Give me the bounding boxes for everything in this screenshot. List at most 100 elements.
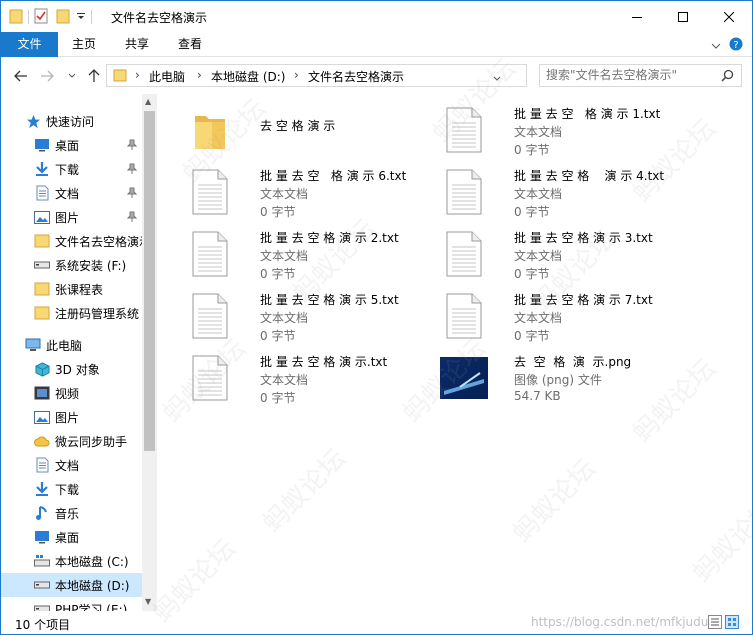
file-name: 批 量 去 空 格 演 示 4.txt bbox=[514, 169, 665, 183]
file-item[interactable]: 批 量 去 空 格 演 示.txt 文本文档 0 字节 bbox=[186, 348, 436, 406]
file-type: 文本文档 bbox=[514, 125, 563, 139]
properties-icon[interactable] bbox=[34, 8, 48, 27]
star-icon bbox=[25, 113, 41, 129]
nav-item[interactable]: 本地磁盘 (C:) bbox=[1, 549, 142, 573]
file-item[interactable]: 去 空 格 演 示.png 图像 (png) 文件 54.7 KB bbox=[440, 348, 690, 406]
nav-item[interactable]: 桌面 bbox=[1, 133, 142, 157]
nav-item[interactable]: 视频 bbox=[1, 381, 142, 405]
file-type: 文本文档 bbox=[514, 311, 563, 325]
nav-label: 视频 bbox=[55, 386, 80, 401]
breadcrumb-chevron-icon[interactable]: › bbox=[135, 68, 140, 82]
nav-label: 文件名去空格演示 bbox=[55, 234, 142, 249]
scroll-up-icon[interactable]: ▲ bbox=[145, 97, 151, 106]
nav-label: 文档 bbox=[55, 458, 80, 473]
up-button[interactable] bbox=[86, 68, 102, 84]
details-view-icon[interactable] bbox=[708, 615, 722, 632]
folder-icon bbox=[34, 281, 50, 297]
nav-label: 3D 对象 bbox=[55, 362, 100, 377]
file-item[interactable]: 批 量 去 空 格 演 示 6.txt 文本文档 0 字节 bbox=[186, 162, 436, 220]
minimize-button[interactable] bbox=[614, 1, 660, 32]
nav-item[interactable]: 音乐 bbox=[1, 501, 142, 525]
file-item[interactable]: 批 量 去 空 格 演 示 4.txt 文本文档 0 字节 bbox=[440, 162, 690, 220]
forward-button[interactable] bbox=[39, 68, 55, 84]
nav-item[interactable]: 注册码管理系统 bbox=[1, 301, 142, 325]
file-type: 文本文档 bbox=[260, 249, 309, 263]
tab-view[interactable]: 查看 bbox=[169, 32, 211, 57]
nav-this-pc[interactable]: 此电脑 bbox=[25, 333, 157, 357]
file-item[interactable]: 批 量 去 空 格 演 示 3.txt 文本文档 0 字节 bbox=[440, 224, 690, 282]
text-file-icon bbox=[186, 168, 234, 216]
maximize-icon bbox=[678, 11, 688, 22]
search-box[interactable] bbox=[539, 64, 742, 87]
customize-toolbar-dropdown-icon[interactable] bbox=[76, 10, 86, 24]
document-icon bbox=[34, 185, 50, 201]
nav-scrollbar[interactable]: ▲ ▼ bbox=[142, 94, 157, 611]
search-icon[interactable] bbox=[721, 69, 734, 85]
nav-item[interactable]: 文档 bbox=[1, 453, 142, 477]
drive-icon bbox=[34, 257, 50, 273]
nav-item[interactable]: 文件名去空格演示 bbox=[1, 229, 142, 253]
scrollbar-thumb[interactable] bbox=[144, 111, 155, 451]
breadcrumb-chevron-icon[interactable]: › bbox=[197, 68, 202, 82]
nav-item[interactable]: 桌面 bbox=[1, 525, 142, 549]
pin-icon[interactable] bbox=[126, 163, 138, 178]
navigation-pane: 快速访问 桌面 下载 文档 图片 文件名去空格演示 系统安装 (F:) 张课程表 注册码管理系… bbox=[1, 94, 157, 611]
nav-label: 下载 bbox=[55, 162, 80, 177]
pin-icon[interactable] bbox=[126, 187, 138, 202]
tab-home[interactable]: 主页 bbox=[63, 32, 105, 57]
nav-item[interactable]: 微云同步助手 bbox=[1, 429, 142, 453]
nav-item[interactable]: 下载 bbox=[1, 157, 142, 181]
nav-item[interactable]: 张课程表 bbox=[1, 277, 142, 301]
pin-icon[interactable] bbox=[126, 139, 138, 154]
nav-label: 微云同步助手 bbox=[55, 434, 128, 449]
breadcrumb-this-pc[interactable]: 此电脑 bbox=[149, 68, 185, 85]
file-item[interactable]: 去 空 格 演 示 bbox=[186, 100, 436, 158]
address-history-chevron-icon[interactable] bbox=[493, 71, 501, 85]
nav-label: 图片 bbox=[55, 410, 80, 425]
nav-label: 桌面 bbox=[55, 530, 80, 545]
new-folder-icon[interactable] bbox=[56, 8, 70, 27]
pin-icon[interactable] bbox=[126, 211, 138, 226]
maximize-button[interactable] bbox=[660, 1, 706, 32]
back-button[interactable] bbox=[13, 68, 29, 84]
file-item[interactable]: 批 量 去 空 格 演 示 5.txt 文本文档 0 字节 bbox=[186, 286, 436, 344]
address-bar[interactable]: › 此电脑 › 本地磁盘 (D:) › 文件名去空格演示 bbox=[106, 64, 625, 87]
nav-item[interactable]: PHP学习 (E:) bbox=[1, 597, 142, 611]
file-item[interactable]: 批 量 去 空 格 演 示 1.txt 文本文档 0 字节 bbox=[440, 100, 690, 158]
breadcrumb-current-folder[interactable]: 文件名去空格演示 bbox=[308, 68, 404, 85]
nav-label: 注册码管理系统 bbox=[55, 306, 140, 321]
large-icons-view-icon[interactable] bbox=[725, 615, 739, 632]
window-title: 文件名去空格演示 bbox=[111, 11, 208, 25]
search-input[interactable] bbox=[546, 68, 716, 82]
nav-quick-access[interactable]: 快速访问 bbox=[25, 109, 157, 133]
nav-item[interactable]: 文档 bbox=[1, 181, 142, 205]
file-item[interactable]: 批 量 去 空 格 演 示 7.txt 文本文档 0 字节 bbox=[440, 286, 690, 344]
toolbar-divider bbox=[28, 10, 29, 24]
nav-item[interactable]: 本地磁盘 (D:) bbox=[1, 573, 142, 597]
folder-icon bbox=[34, 233, 50, 249]
nav-item[interactable]: 下载 bbox=[1, 477, 142, 501]
text-file-icon bbox=[440, 106, 488, 154]
expand-ribbon-chevron-icon[interactable] bbox=[711, 39, 721, 53]
nav-item[interactable]: 系统安装 (F:) bbox=[1, 253, 142, 277]
scroll-down-icon[interactable]: ▼ bbox=[145, 597, 151, 606]
file-name: 批 量 去 空 格 演 示 7.txt bbox=[514, 293, 653, 307]
breadcrumb-drive-d[interactable]: 本地磁盘 (D:) bbox=[211, 68, 285, 85]
file-size: 54.7 KB bbox=[514, 389, 561, 403]
help-icon[interactable]: ? bbox=[729, 37, 743, 54]
breadcrumb-chevron-icon[interactable]: › bbox=[294, 68, 299, 82]
close-icon bbox=[724, 11, 734, 22]
recent-locations-button[interactable] bbox=[64, 68, 80, 84]
file-item[interactable]: 批 量 去 空 格 演 示 2.txt 文本文档 0 字节 bbox=[186, 224, 436, 282]
close-button[interactable] bbox=[706, 1, 752, 32]
cloud-icon bbox=[34, 433, 50, 449]
nav-item[interactable]: 3D 对象 bbox=[1, 357, 142, 381]
file-size: 0 字节 bbox=[514, 143, 550, 157]
tab-share[interactable]: 共享 bbox=[116, 32, 158, 57]
tab-file[interactable]: 文件 bbox=[1, 32, 58, 57]
file-name: 批 量 去 空 格 演 示 1.txt bbox=[514, 107, 661, 121]
nav-item[interactable]: 图片 bbox=[1, 405, 142, 429]
nav-item[interactable]: 图片 bbox=[1, 205, 142, 229]
drive-icon bbox=[34, 577, 50, 593]
file-list: 去 空 格 演 示批 量 去 空 格 演 示 1.txt 文本文档 0 字节批 量 … bbox=[158, 94, 752, 611]
